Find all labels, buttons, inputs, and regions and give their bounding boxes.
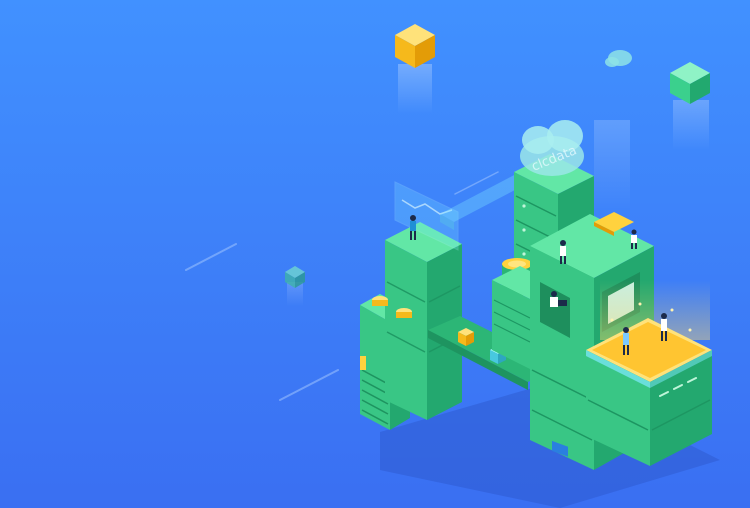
cloud-icon: clcdata bbox=[520, 120, 584, 176]
floating-green-cube-icon bbox=[670, 62, 710, 150]
left-tall-tower bbox=[372, 222, 462, 420]
small-floating-cube-icon bbox=[285, 266, 305, 306]
floating-yellow-cube-icon bbox=[395, 24, 435, 114]
light-beam bbox=[594, 120, 630, 210]
isometric-data-center-illustration: clcdata bbox=[0, 0, 750, 508]
glowing-platform bbox=[586, 280, 712, 466]
